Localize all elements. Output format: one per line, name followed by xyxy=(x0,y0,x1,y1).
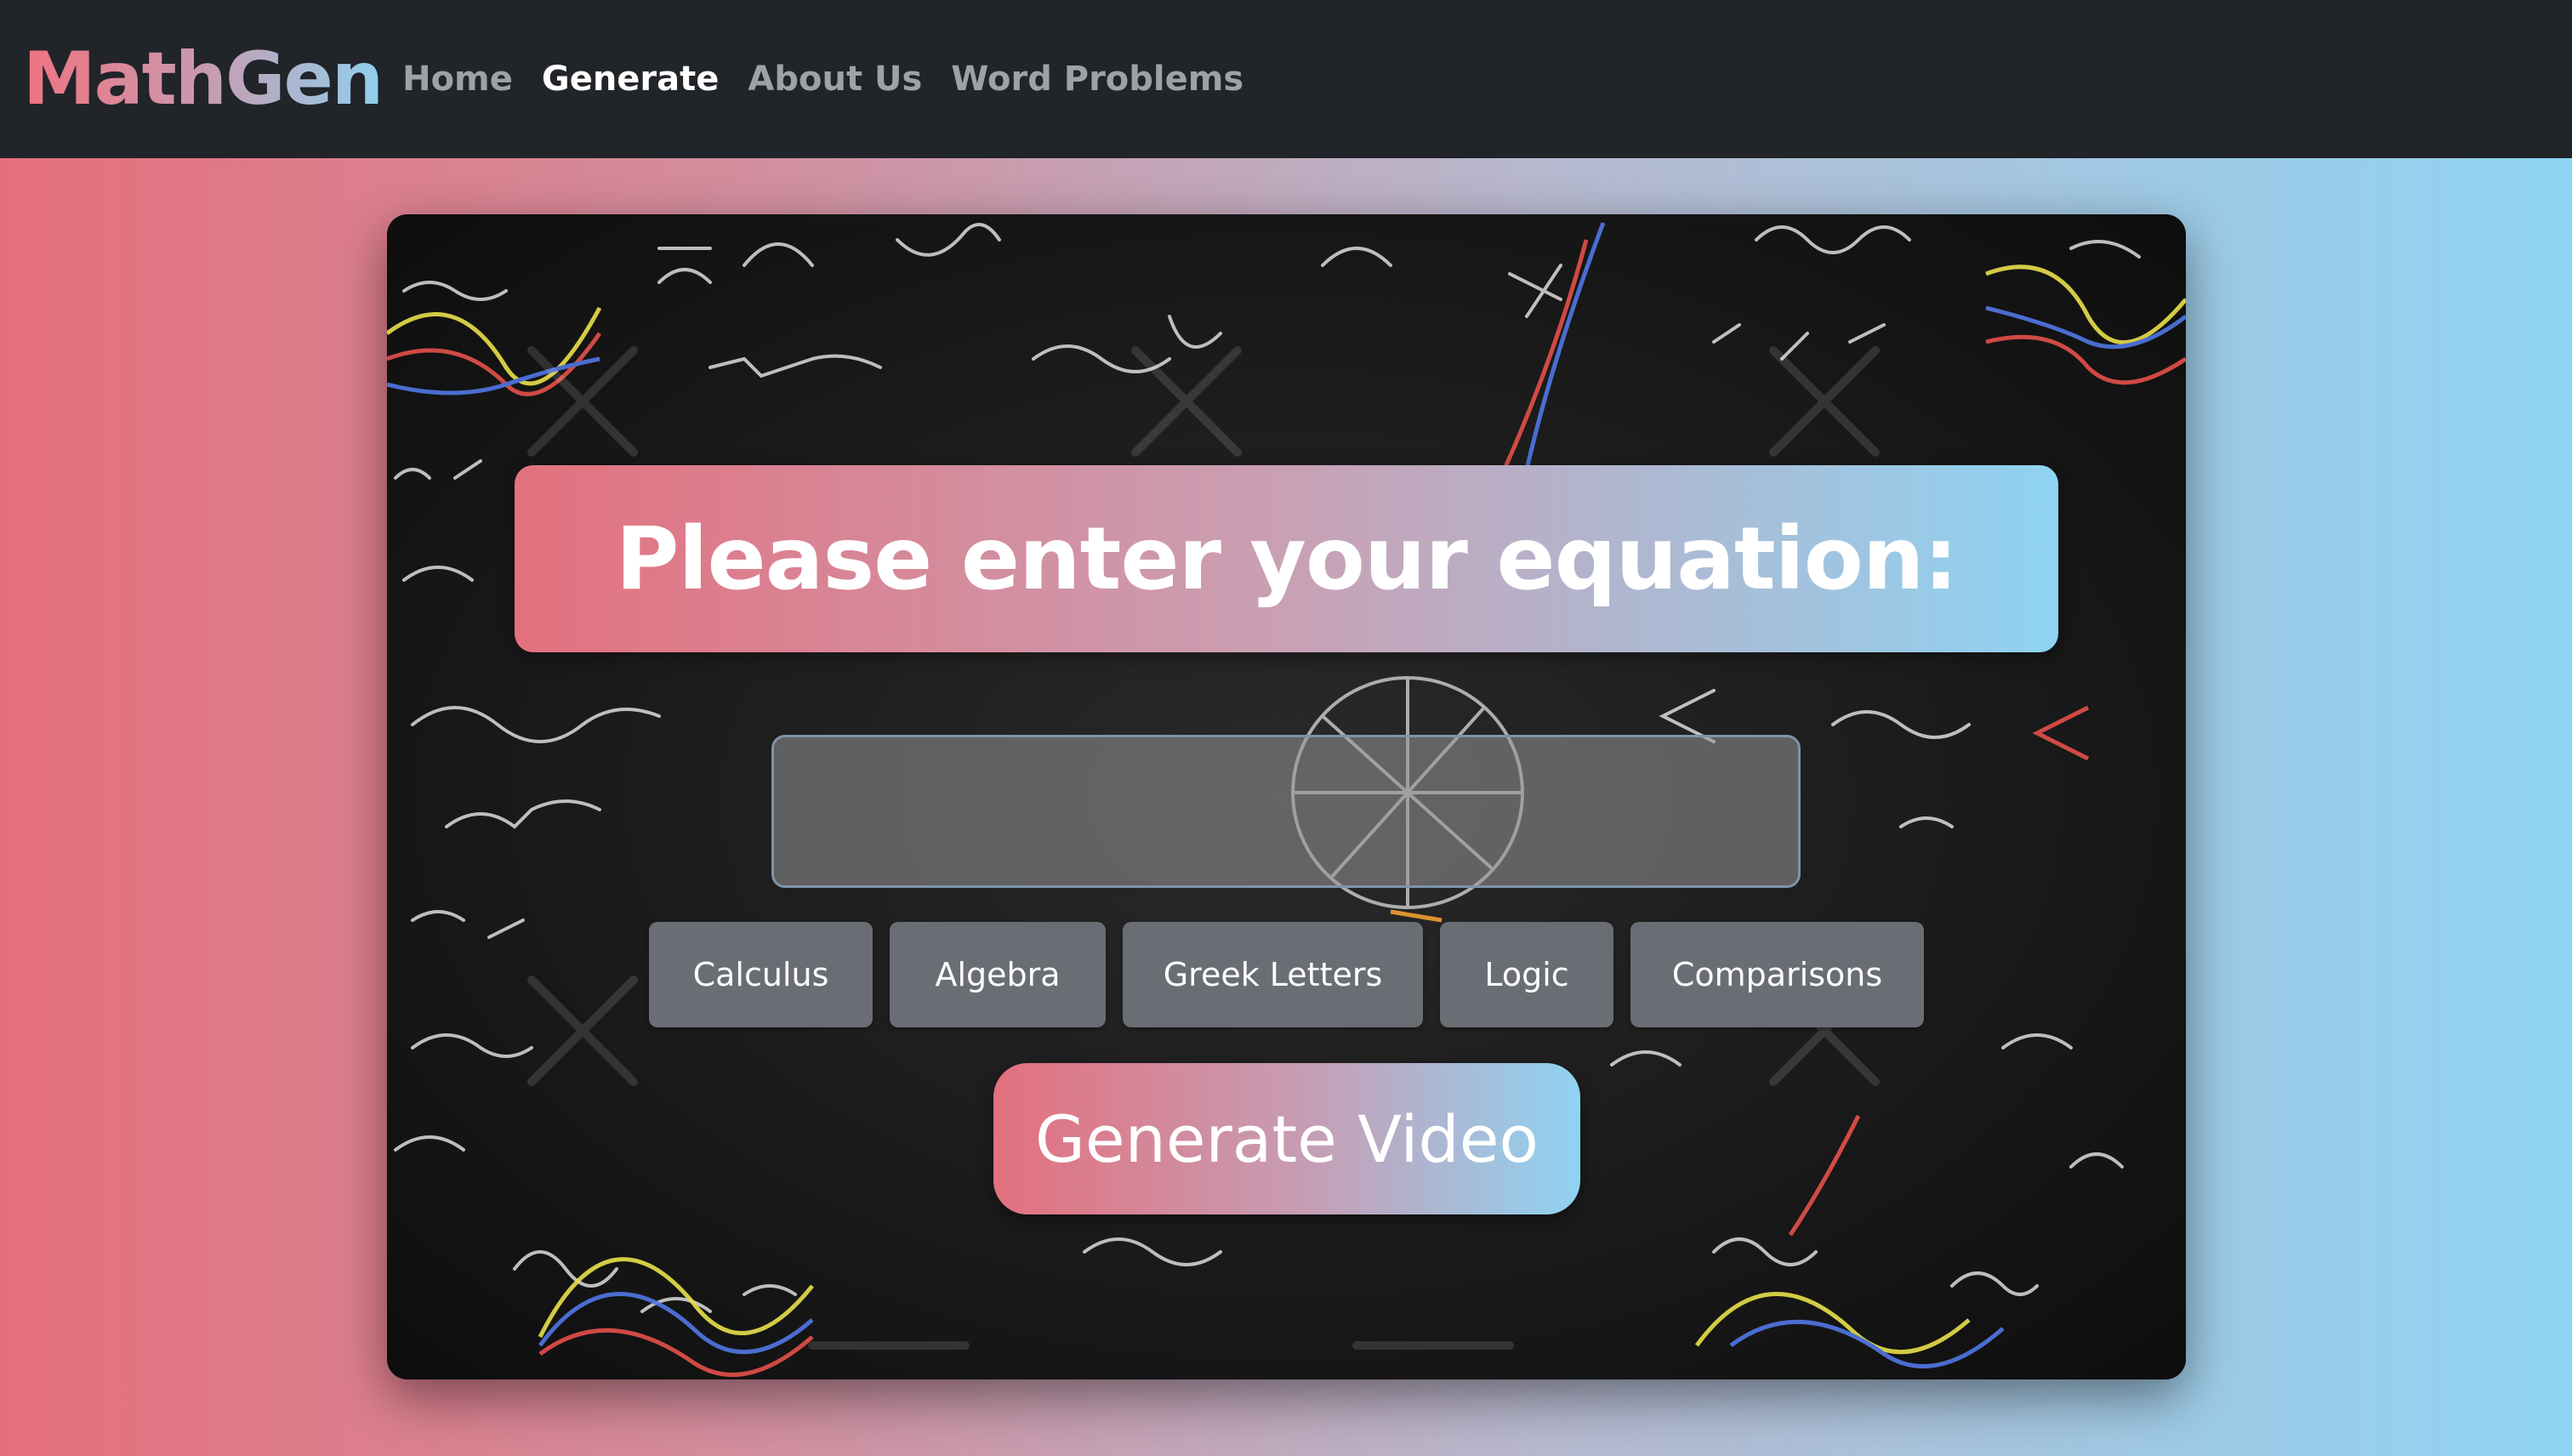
calculus-button[interactable]: Calculus xyxy=(649,922,873,1027)
page-title: Please enter your equation: xyxy=(615,508,1959,610)
equation-input[interactable] xyxy=(771,735,1801,888)
greek-letters-button[interactable]: Greek Letters xyxy=(1123,922,1423,1027)
nav-links: Home Generate About Us Word Problems xyxy=(402,0,1272,158)
nav-link-word-problems[interactable]: Word Problems xyxy=(951,60,1243,99)
category-buttons: Calculus Algebra Greek Letters Logic Com… xyxy=(649,922,1924,1027)
brand-logo[interactable]: MathGen xyxy=(23,43,384,116)
equation-card: Please enter your equation: Calculus Alg… xyxy=(387,214,2186,1379)
generate-video-button[interactable]: Generate Video xyxy=(993,1063,1580,1214)
algebra-button[interactable]: Algebra xyxy=(890,922,1106,1027)
comparisons-button[interactable]: Comparisons xyxy=(1630,922,1924,1027)
logic-button[interactable]: Logic xyxy=(1440,922,1613,1027)
headline-banner: Please enter your equation: xyxy=(515,465,2058,652)
nav-link-home[interactable]: Home xyxy=(402,60,513,99)
nav-link-about-us[interactable]: About Us xyxy=(748,60,922,99)
nav-link-generate[interactable]: Generate xyxy=(542,60,720,99)
navbar: MathGen Home Generate About Us Word Prob… xyxy=(0,0,2572,158)
